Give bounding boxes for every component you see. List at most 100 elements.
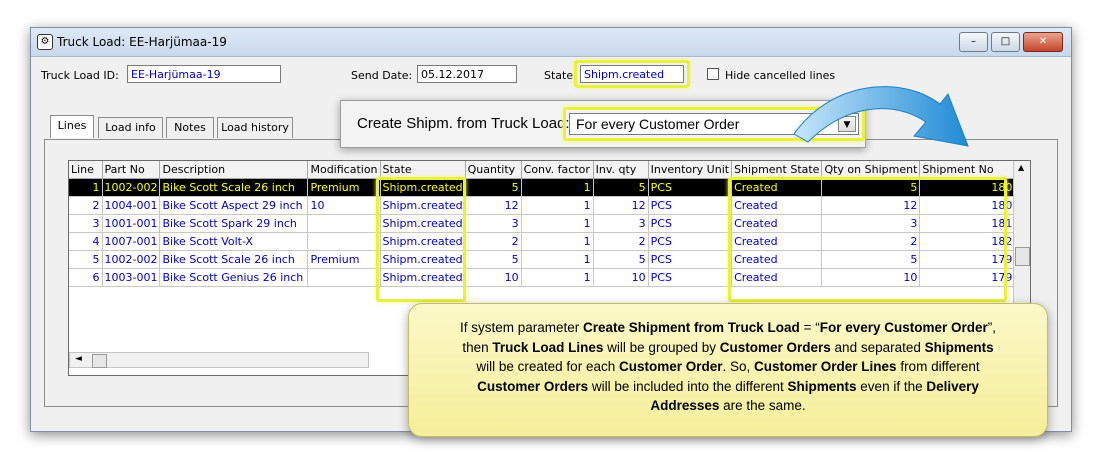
cell-quantity[interactable]: 12 — [465, 196, 522, 215]
cell-inventory-unit[interactable]: PCS — [648, 268, 733, 287]
cell-qty-on-shipment[interactable]: 5 — [821, 250, 921, 269]
cell-shipment-state[interactable]: Created — [731, 214, 823, 233]
table-row[interactable]: 5 1002-002 Bike Scott Scale 26 inch Premium… — [69, 250, 1016, 269]
cell-line[interactable]: 5 — [69, 250, 103, 269]
cell-quantity[interactable]: 2 — [465, 232, 522, 251]
cell-shipment-state[interactable]: Created — [731, 268, 823, 287]
cell-quantity[interactable]: 3 — [465, 214, 522, 233]
cell-shipment-state[interactable]: Created — [731, 178, 823, 197]
cell-qty-on-shipment[interactable]: 3 — [821, 214, 921, 233]
scroll-up-icon[interactable]: ▲ — [1018, 163, 1024, 172]
cell-inv-qty[interactable]: 12 — [593, 196, 649, 215]
cell-state[interactable]: Shipm.created — [380, 214, 466, 233]
cell-state[interactable]: Shipm.created — [380, 232, 466, 251]
cell-description[interactable]: Bike Scott Volt-X — [159, 232, 309, 251]
tab-notes[interactable]: Notes — [166, 117, 214, 138]
cell-state[interactable]: Shipm.created — [380, 268, 466, 287]
cell-inv-qty[interactable]: 10 — [593, 268, 649, 287]
cell-conv-factor[interactable]: 1 — [521, 178, 594, 197]
close-button[interactable]: ✕ — [1023, 32, 1063, 52]
cell-inventory-unit[interactable]: PCS — [648, 232, 733, 251]
cell-modification[interactable]: Premium — [307, 250, 381, 269]
cell-modification[interactable] — [307, 268, 381, 287]
cell-part-no[interactable]: 1004-001 — [102, 196, 161, 215]
table-row[interactable]: 4 1007-001 Bike Scott Volt-X Shipm.created 2… — [69, 232, 1016, 251]
cell-modification[interactable]: Premium — [307, 178, 381, 197]
cell-shipment-state[interactable]: Created — [731, 196, 823, 215]
cell-inv-qty[interactable]: 5 — [593, 250, 649, 269]
tab-load-history[interactable]: Load history — [217, 117, 293, 138]
cell-shipment-no[interactable]: 180 — [919, 178, 1016, 197]
cell-inventory-unit[interactable]: PCS — [648, 178, 733, 197]
cell-conv-factor[interactable]: 1 — [521, 268, 594, 287]
cell-inventory-unit[interactable]: PCS — [648, 196, 733, 215]
scroll-left-icon[interactable]: ◄ — [75, 354, 82, 364]
cell-shipment-no[interactable]: 182 — [919, 232, 1016, 251]
cell-description[interactable]: Bike Scott Genius 26 inch — [159, 268, 309, 287]
horizontal-scrollbar[interactable]: ◄ — [69, 352, 369, 368]
scroll-thumb[interactable] — [1015, 247, 1030, 266]
tab-lines[interactable]: Lines — [50, 115, 94, 138]
column-header[interactable]: Inventory Unit — [648, 161, 733, 179]
cell-line[interactable]: 3 — [69, 214, 103, 233]
cell-description[interactable]: Bike Scott Scale 26 inch — [159, 250, 309, 269]
table-row[interactable]: 2 1004-001 Bike Scott Aspect 29 inch 10 Ship… — [69, 196, 1016, 215]
cell-line[interactable]: 2 — [69, 196, 103, 215]
truck-load-id-field[interactable]: EE-Harjümaa-19 — [127, 65, 281, 83]
cell-inv-qty[interactable]: 3 — [593, 214, 649, 233]
maximize-button[interactable]: □ — [991, 32, 1020, 52]
cell-description[interactable]: Bike Scott Spark 29 inch — [159, 214, 309, 233]
column-header[interactable]: Inv. qty — [593, 161, 649, 179]
tab-load-info[interactable]: Load info — [98, 117, 163, 138]
hscroll-thumb[interactable] — [92, 354, 107, 368]
cell-description[interactable]: Bike Scott Aspect 29 inch — [159, 196, 309, 215]
cell-part-no[interactable]: 1002-002 — [102, 250, 161, 269]
cell-line[interactable]: 6 — [69, 268, 103, 287]
cell-part-no[interactable]: 1001-001 — [102, 214, 161, 233]
minimize-button[interactable]: – — [959, 32, 988, 52]
column-header[interactable]: Description — [159, 161, 309, 179]
cell-line[interactable]: 1 — [69, 178, 103, 197]
table-row[interactable]: 1 1002-002 Bike Scott Scale 26 inch Premium… — [69, 178, 1016, 197]
column-header[interactable]: Modification — [307, 161, 381, 179]
cell-part-no[interactable]: 1007-001 — [102, 232, 161, 251]
cell-quantity[interactable]: 10 — [465, 268, 522, 287]
cell-shipment-no[interactable]: 179 — [919, 268, 1016, 287]
cell-modification[interactable] — [307, 232, 381, 251]
table-row[interactable]: 6 1003-001 Bike Scott Genius 26 inch Shipm.… — [69, 268, 1016, 287]
cell-shipment-no[interactable]: 179 — [919, 250, 1016, 269]
cell-inventory-unit[interactable]: PCS — [648, 214, 733, 233]
cell-state[interactable]: Shipm.created — [380, 178, 466, 197]
cell-qty-on-shipment[interactable]: 12 — [821, 196, 921, 215]
cell-conv-factor[interactable]: 1 — [521, 250, 594, 269]
cell-modification[interactable] — [307, 214, 381, 233]
cell-quantity[interactable]: 5 — [465, 178, 522, 197]
cell-state[interactable]: Shipm.created — [380, 196, 466, 215]
cell-shipment-state[interactable]: Created — [731, 232, 823, 251]
cell-state[interactable]: Shipm.created — [380, 250, 466, 269]
cell-qty-on-shipment[interactable]: 5 — [821, 178, 921, 197]
cell-inv-qty[interactable]: 5 — [593, 178, 649, 197]
column-header[interactable]: Quantity — [465, 161, 522, 179]
table-row[interactable]: 3 1001-001 Bike Scott Spark 29 inch Shipm.c… — [69, 214, 1016, 233]
column-header[interactable]: Line — [69, 161, 103, 179]
cell-qty-on-shipment[interactable]: 2 — [821, 232, 921, 251]
cell-shipment-no[interactable]: 180 — [919, 196, 1016, 215]
cell-part-no[interactable]: 1002-002 — [102, 178, 161, 197]
cell-inventory-unit[interactable]: PCS — [648, 250, 733, 269]
cell-shipment-state[interactable]: Created — [731, 250, 823, 269]
column-header[interactable]: Conv. factor — [521, 161, 594, 179]
column-header[interactable]: Part No — [102, 161, 161, 179]
cell-conv-factor[interactable]: 1 — [521, 232, 594, 251]
cell-shipment-no[interactable]: 181 — [919, 214, 1016, 233]
cell-description[interactable]: Bike Scott Scale 26 inch — [159, 178, 309, 197]
cell-inv-qty[interactable]: 2 — [593, 232, 649, 251]
cell-modification[interactable]: 10 — [307, 196, 381, 215]
cell-quantity[interactable]: 5 — [465, 250, 522, 269]
cell-line[interactable]: 4 — [69, 232, 103, 251]
cell-part-no[interactable]: 1003-001 — [102, 268, 161, 287]
hide-cancelled-checkbox[interactable] — [707, 68, 719, 80]
send-date-field[interactable]: 05.12.2017 — [417, 65, 517, 83]
cell-conv-factor[interactable]: 1 — [521, 214, 594, 233]
cell-qty-on-shipment[interactable]: 10 — [821, 268, 921, 287]
